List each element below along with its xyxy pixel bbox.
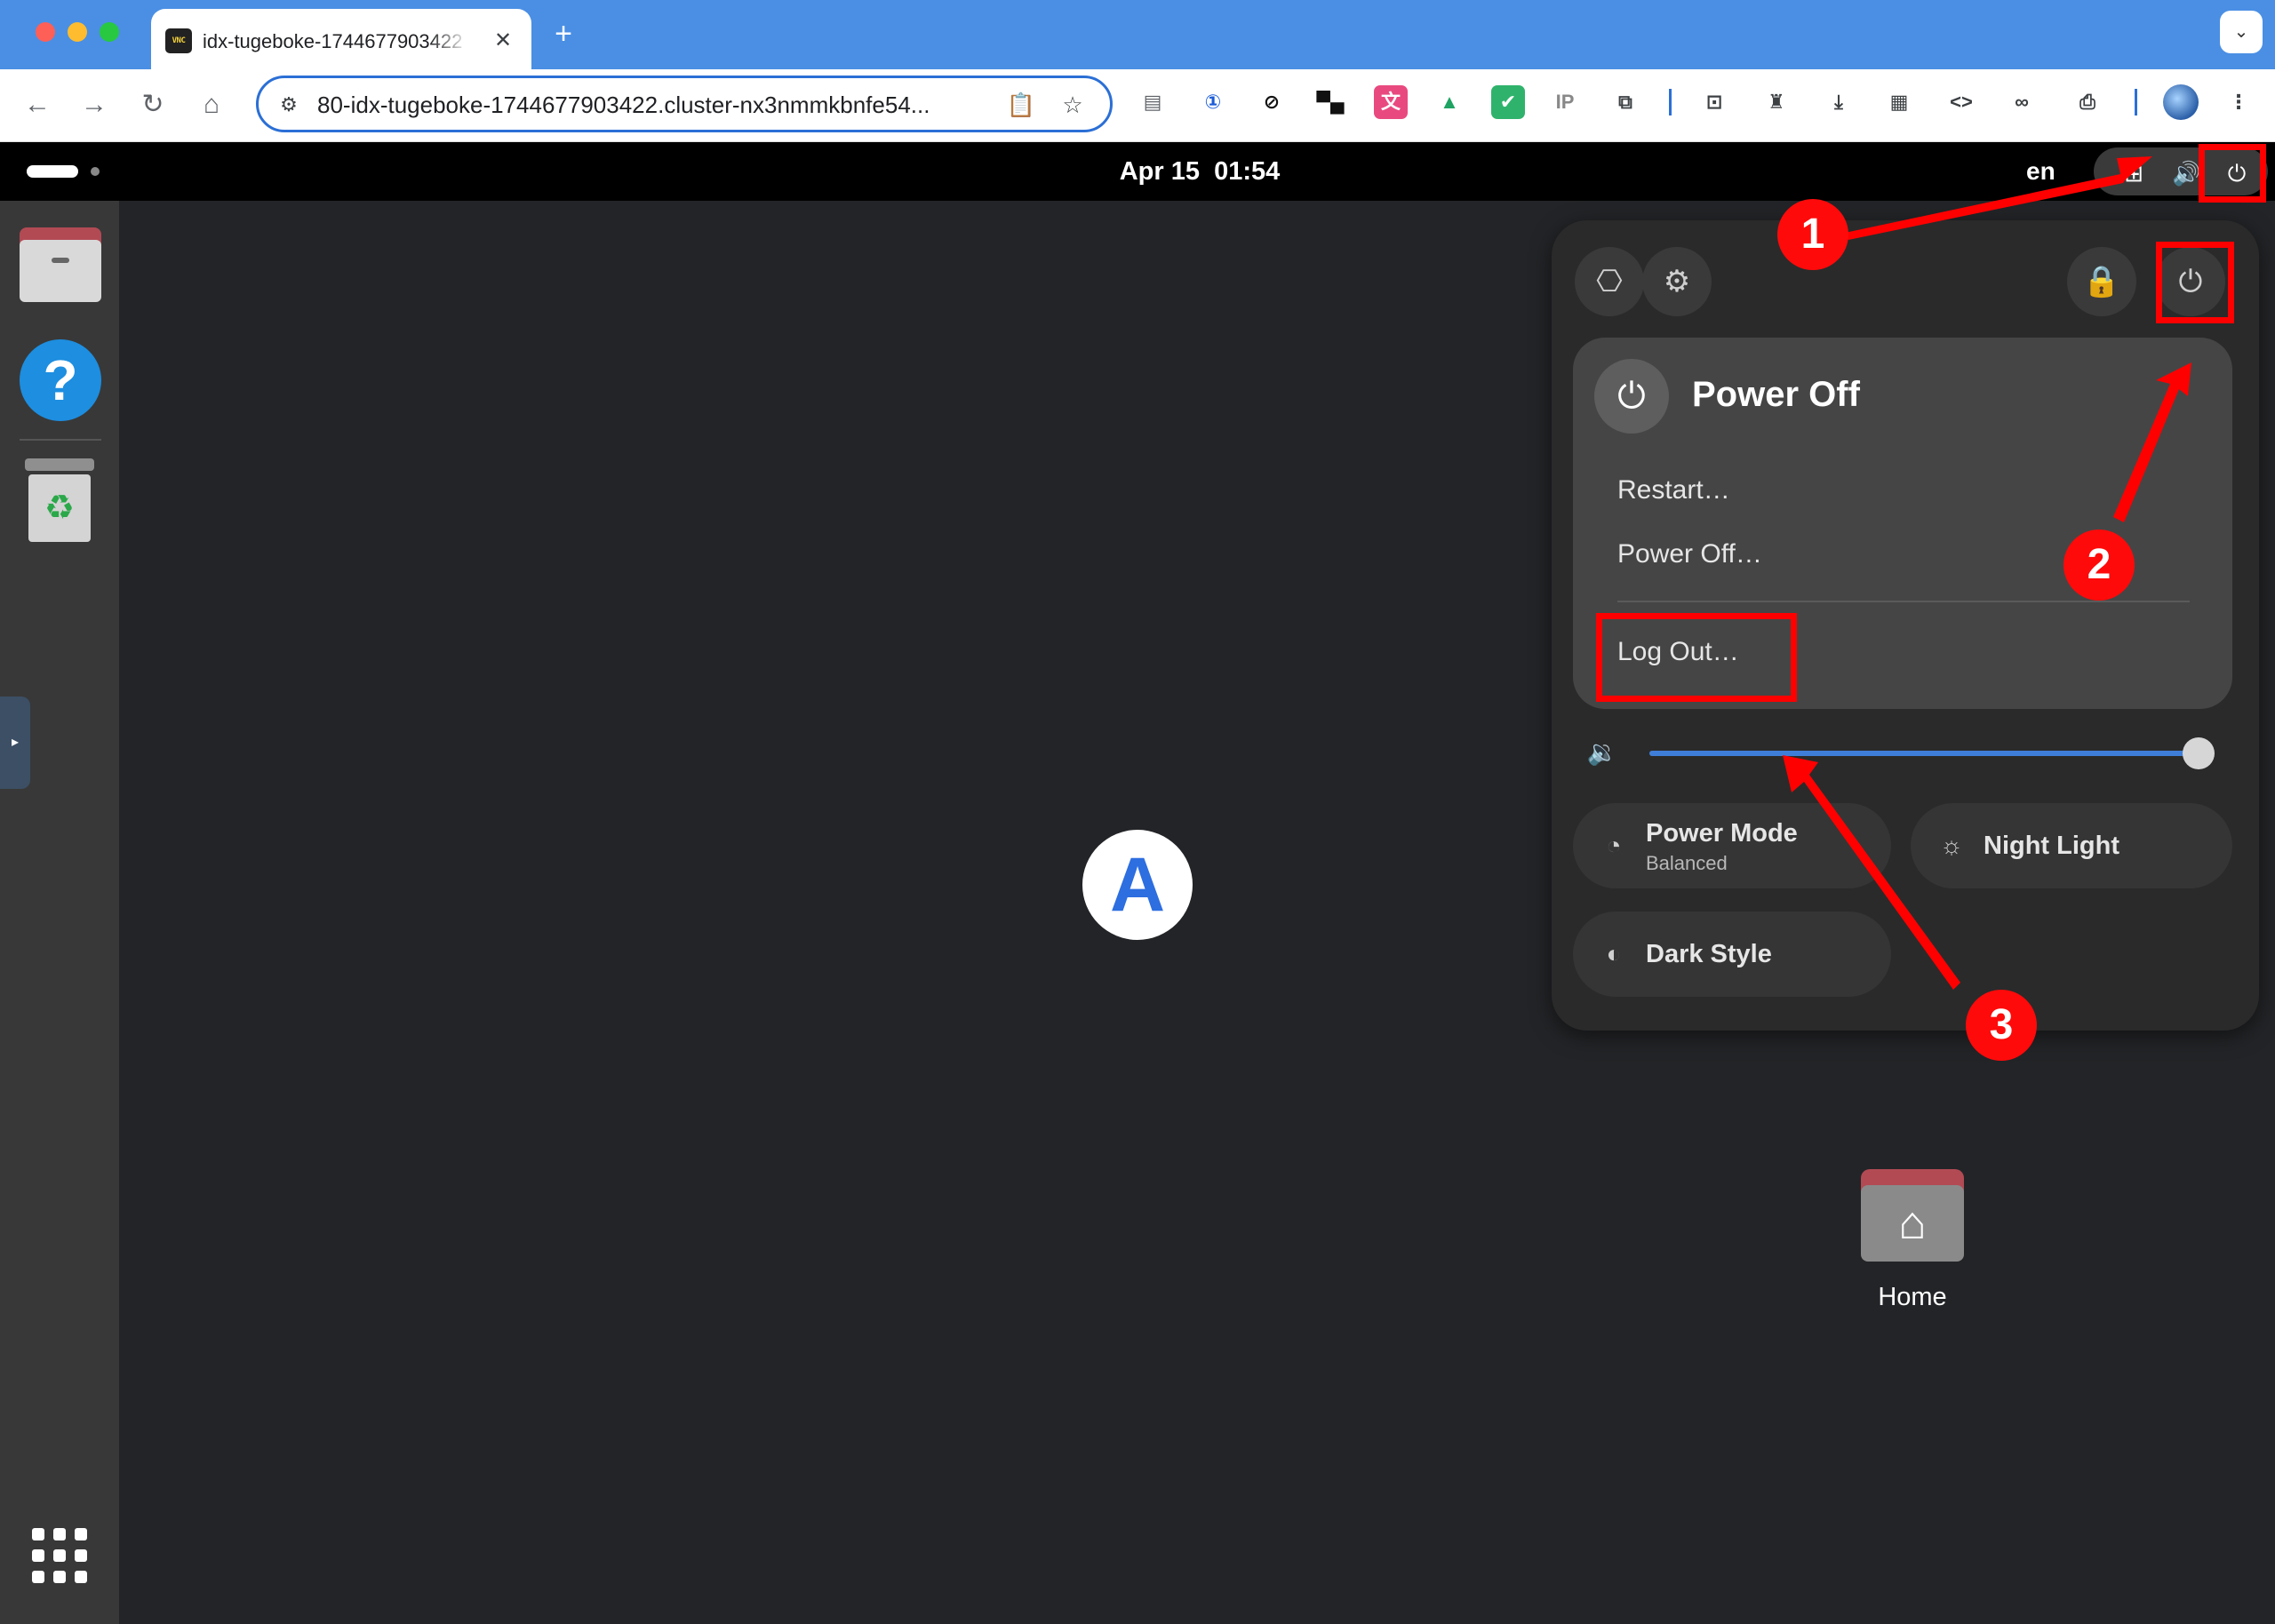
step-badge-2: 2 <box>2063 529 2135 601</box>
keyboard-language[interactable]: en <box>2026 155 2062 188</box>
bookmark-star-icon[interactable]: ☆ <box>1057 89 1089 121</box>
volume-slider-knob[interactable] <box>2183 737 2215 769</box>
tab-search-button[interactable]: ⌄ <box>2220 11 2263 53</box>
power-off-menu-item[interactable]: Power Off… <box>1617 535 1973 574</box>
files-app-icon[interactable] <box>20 227 101 302</box>
menu-icon[interactable]: ⋮ <box>2222 85 2255 119</box>
tab-close-icon[interactable]: ✕ <box>489 27 517 55</box>
power-mode-icon: ◔ <box>1606 832 1622 859</box>
night-light-icon: ☼ <box>1940 832 1963 859</box>
profile-avatar[interactable] <box>2163 84 2199 120</box>
code-icon[interactable]: <> <box>1944 85 1978 119</box>
dock: ? ♻ <box>0 201 119 1624</box>
forward-button[interactable]: → <box>75 85 114 124</box>
reload-button[interactable]: ↻ <box>133 85 172 124</box>
night-light-toggle[interactable]: ☼ Night Light <box>1911 803 2232 888</box>
drive-icon[interactable]: ▲ <box>1433 85 1466 119</box>
dark-style-title: Dark Style <box>1646 940 1772 968</box>
trash-lid <box>25 458 94 471</box>
power-off-icon: ⏻ <box>1594 359 1669 434</box>
workspace-indicator <box>91 167 100 176</box>
address-bar[interactable]: ⚙ 80-idx-tugeboke-1744677903422.cluster-… <box>256 76 1113 132</box>
night-light-title: Night Light <box>1984 832 2120 860</box>
ip-icon[interactable]: IP <box>1548 85 1582 119</box>
block-icon[interactable]: ⊘ <box>1255 85 1289 119</box>
help-app-icon[interactable]: ? <box>20 339 101 421</box>
address-bar-url[interactable]: 80-idx-tugeboke-1744677903422.cluster-nx… <box>317 89 993 121</box>
site-info-icon[interactable]: ⚙ <box>275 91 303 119</box>
step-badge-3: 3 <box>1966 990 2037 1061</box>
volume-slider-icon[interactable]: 🔉 <box>1585 736 1619 769</box>
window-zoom-button[interactable] <box>100 22 119 42</box>
lock-button[interactable]: 🔒 <box>2067 247 2136 316</box>
dark-style-icon: ◐ <box>1606 940 1622 967</box>
screenshot-icon[interactable]: ⊡ <box>1697 85 1731 119</box>
vnc-favicon-icon: VNC <box>165 28 192 53</box>
power-off-menu-title: Power Off <box>1692 375 1860 414</box>
window-close-button[interactable] <box>36 22 55 42</box>
show-apps-icon[interactable] <box>32 1528 87 1583</box>
clock[interactable]: Apr 15 01:54 <box>1066 155 1333 188</box>
download-icon[interactable]: ⤓ <box>1822 85 1856 119</box>
print-icon[interactable]: ⎙ <box>2071 85 2104 119</box>
browser-tab-active[interactable]: VNC idx-tugeboke-1744677903422 ✕ <box>151 9 531 69</box>
power-mode-title: Power Mode <box>1646 819 1798 848</box>
home-folder-icon[interactable]: ⌂ <box>1861 1169 1964 1262</box>
back-button[interactable]: ← <box>18 85 57 124</box>
clipboard-icon[interactable]: 📋 <box>1005 89 1037 121</box>
password-manager-icon[interactable]: ① <box>1196 85 1230 119</box>
home-button[interactable]: ⌂ <box>192 85 231 124</box>
highlight-box-tray-power <box>2199 144 2266 203</box>
dark-style-toggle[interactable]: ◐ Dark Style <box>1573 912 1891 997</box>
shield-icon[interactable]: ✔ <box>1491 85 1525 119</box>
screenshot-button[interactable]: ⎔ <box>1575 247 1644 316</box>
folder-front <box>20 240 101 302</box>
new-tab-button[interactable]: + <box>546 16 581 52</box>
dock-separator <box>20 439 101 441</box>
browser-tab-bar: VNC idx-tugeboke-1744677903422 ✕ + ⌄ <box>0 0 2275 69</box>
home-folder-label[interactable]: Home <box>1841 1279 1984 1315</box>
toolbar-divider <box>1669 89 1672 115</box>
qr-code-icon[interactable]: ▦ <box>1882 85 1916 119</box>
activities-button[interactable] <box>27 165 78 178</box>
settings-button[interactable]: ⚙ <box>1642 247 1712 316</box>
step-badge-1: 1 <box>1777 199 1848 270</box>
gnome-top-bar: Apr 15 01:54 en ⊞ 🔊 ⏻ <box>0 142 2275 201</box>
highlight-box-log-out <box>1596 613 1797 702</box>
window-minimize-button[interactable] <box>68 22 87 42</box>
incognito-icon[interactable]: ♜ <box>1760 85 1793 119</box>
tab-title: idx-tugeboke-1744677903422 <box>203 30 463 52</box>
volume-icon: 🔊 <box>2172 160 2201 187</box>
volume-slider[interactable] <box>1649 751 2204 756</box>
toolbar-divider <box>2135 89 2137 115</box>
menu-separator <box>1617 601 2190 602</box>
tampermonkey-icon[interactable]: ▀▄ <box>1313 85 1347 119</box>
trash-icon[interactable]: ♻ <box>25 458 94 542</box>
puzzle-icon[interactable]: ⧉ <box>1608 85 1642 119</box>
restart-menu-item[interactable]: Restart… <box>1617 471 1973 510</box>
reader-icon[interactable]: ▤ <box>1136 85 1169 119</box>
power-mode-toggle[interactable]: ◔ Power Mode Balanced <box>1573 803 1891 888</box>
translate-icon[interactable]: 文 <box>1374 85 1408 119</box>
network-icon: ⊞ <box>2124 160 2143 187</box>
house-icon: ⌂ <box>1861 1185 1964 1262</box>
volume-slider-fill <box>1649 751 2204 756</box>
recycle-icon: ♻ <box>28 474 91 542</box>
link-icon[interactable]: ∞ <box>2005 85 2039 119</box>
screenshot-root: VNC idx-tugeboke-1744677903422 ✕ + ⌄ ← →… <box>0 0 2275 1624</box>
vnc-sidebar-handle[interactable]: ▸ <box>0 697 30 789</box>
power-mode-subtitle: Balanced <box>1646 852 1728 874</box>
android-studio-icon[interactable]: A <box>1082 830 1193 940</box>
folder-slot <box>52 258 69 263</box>
highlight-box-power-button <box>2156 242 2234 323</box>
